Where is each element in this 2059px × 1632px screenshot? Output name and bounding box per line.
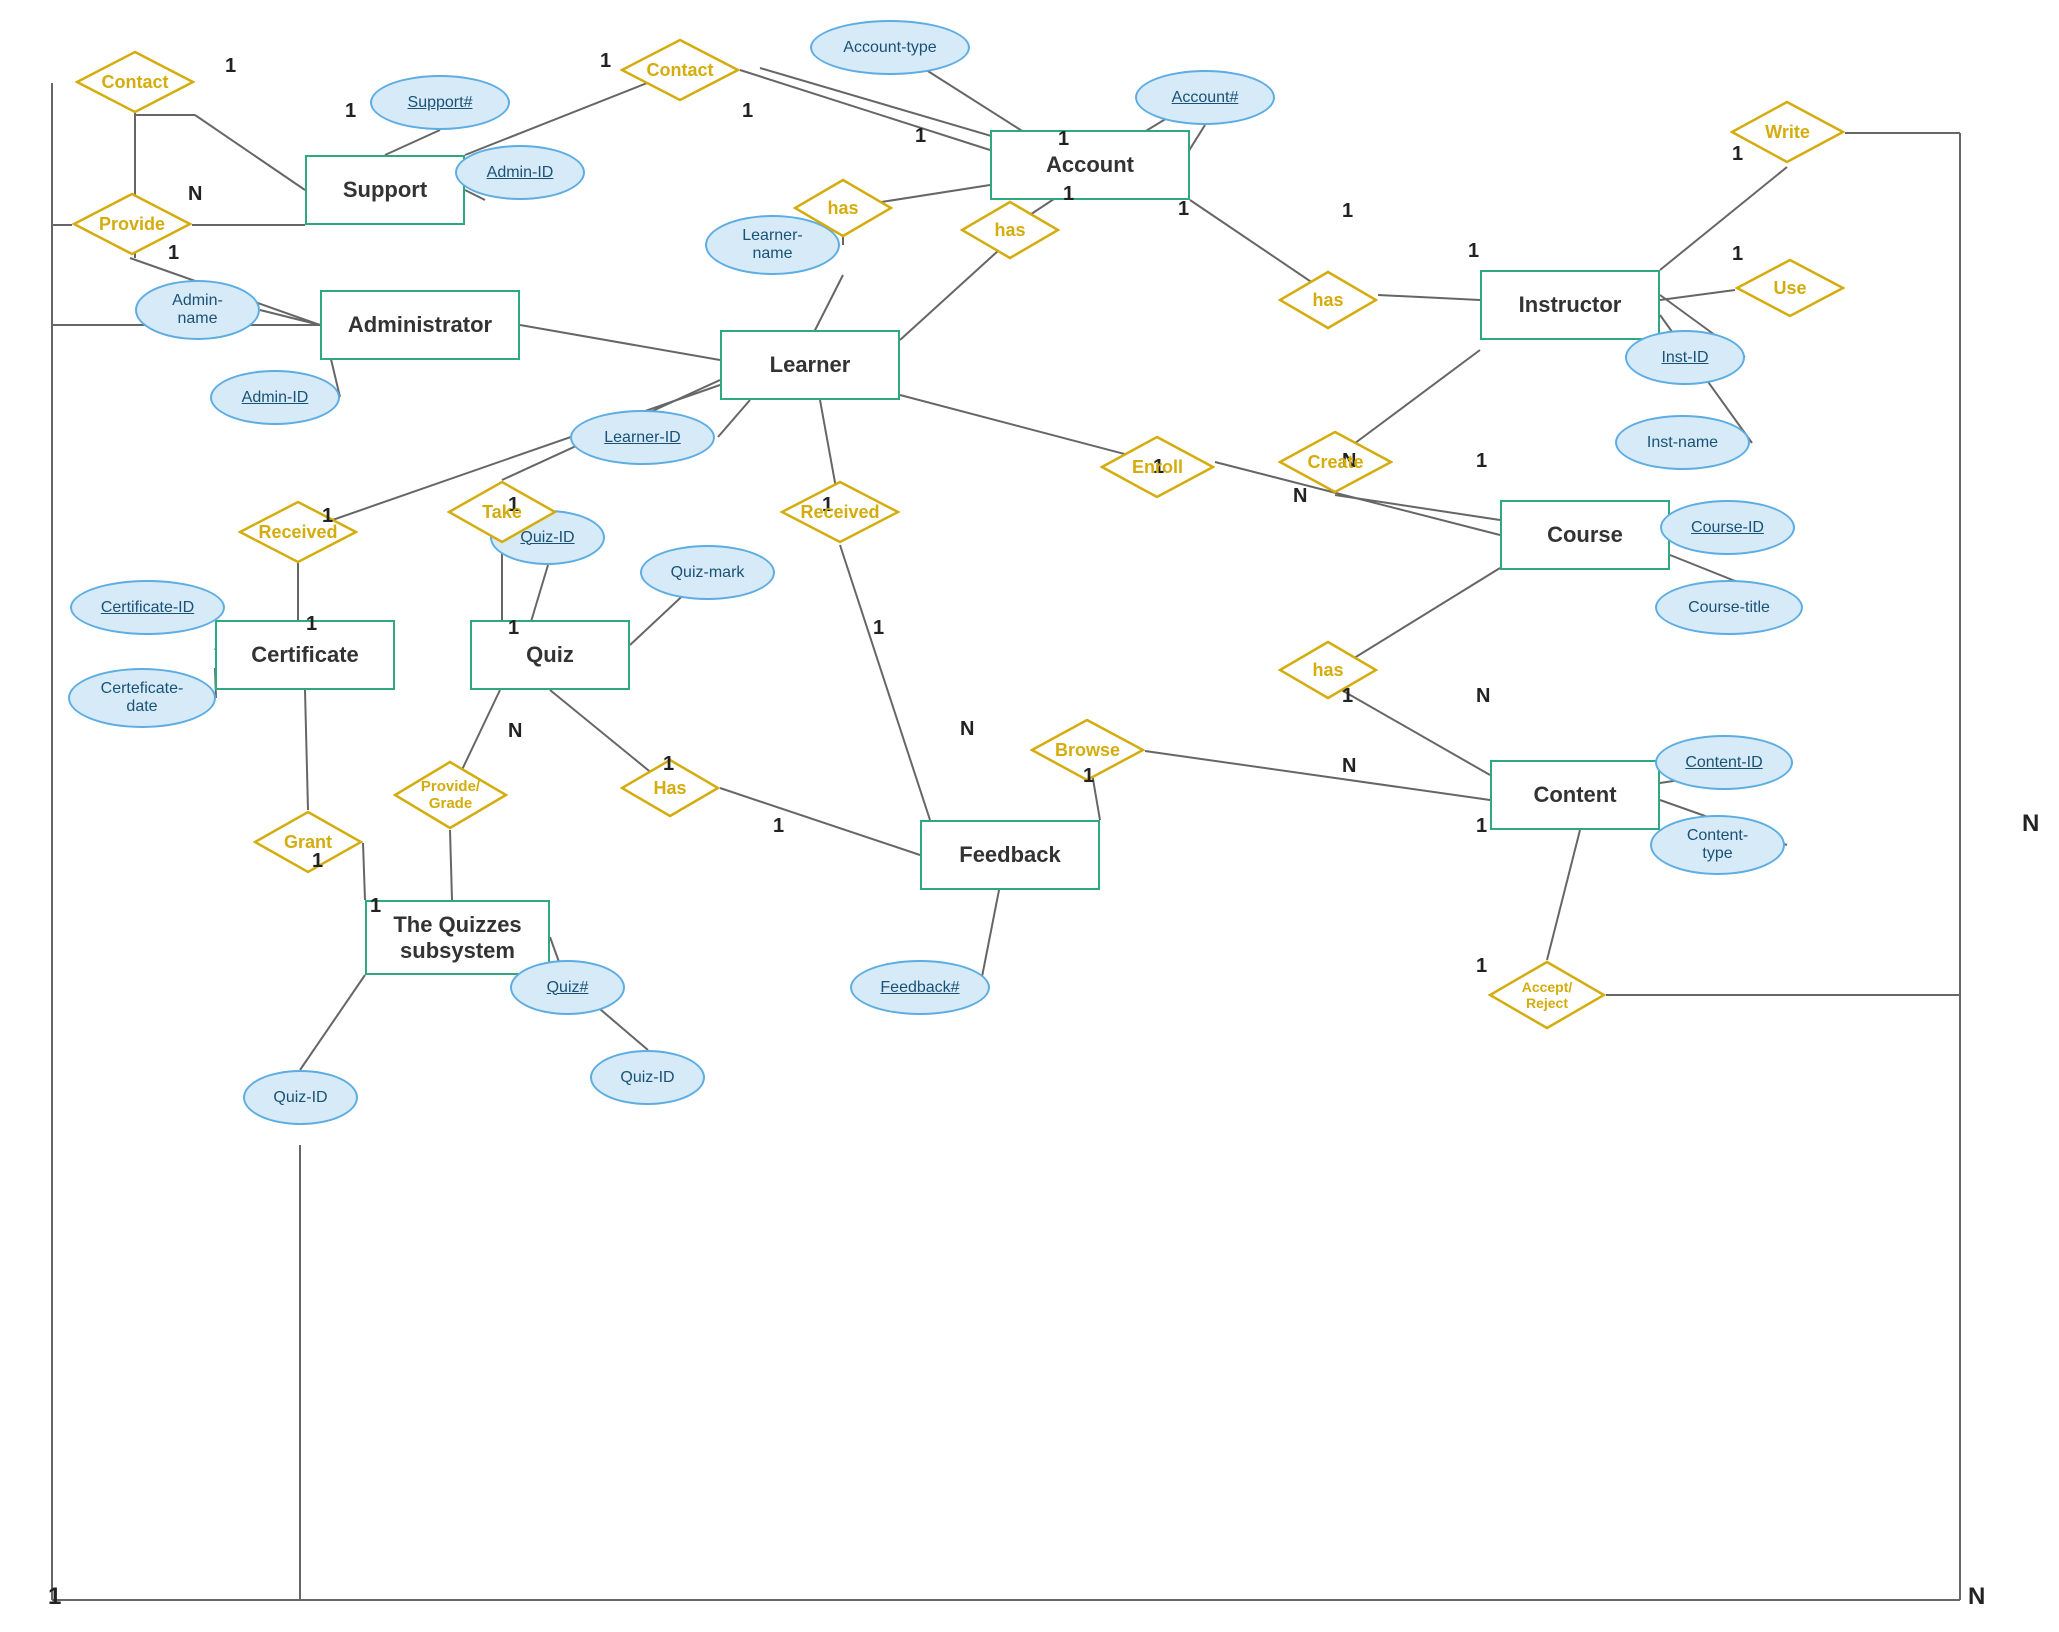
entity-learner: Learner (720, 330, 900, 400)
attr-learner-id: Learner-ID (570, 410, 715, 465)
cardinality-big-n2: N (1968, 1583, 1985, 1611)
attr-account-type: Account-type (810, 20, 970, 75)
cardinality-21: 1 (873, 617, 884, 640)
cardinality-2: 1 (345, 100, 356, 123)
rel-has1: has (793, 178, 893, 238)
attr-inst-name: Inst-name (1615, 415, 1750, 470)
entity-course: Course (1500, 500, 1670, 570)
cardinality-11: 1 (1342, 200, 1353, 223)
cardinality-3: N (188, 183, 202, 206)
attr-admin-name: Admin- name (135, 280, 260, 340)
cardinality-14: 1 (1732, 243, 1743, 266)
attr-content-type: Content- type (1650, 815, 1785, 875)
rel-contact1: Contact (75, 50, 195, 115)
attr-course-title: Course-title (1655, 580, 1803, 635)
entity-content: Content (1490, 760, 1660, 830)
cardinality-1: 1 (225, 55, 236, 78)
attr-quiz-mark: Quiz-mark (640, 545, 775, 600)
cardinality-1-bottom: 1 (48, 1583, 61, 1611)
cardinality-6: 1 (742, 100, 753, 123)
attr-course-id: Course-ID (1660, 500, 1795, 555)
attr-quiz-id2: Quiz-ID (590, 1050, 705, 1105)
attr-feedback-num: Feedback# (850, 960, 990, 1015)
entity-certificate: Certificate (215, 620, 395, 690)
cardinality-27: 1 (663, 753, 674, 776)
rel-grant: Grant (253, 810, 363, 875)
attr-admin-id2: Admin-ID (210, 370, 340, 425)
cardinality-26: 1 (1476, 450, 1487, 473)
rel-received1: Received (238, 500, 358, 565)
cardinality-35: 1 (312, 850, 323, 873)
cardinality-12: 1 (1468, 240, 1479, 263)
rel-take: Take (447, 480, 557, 545)
cardinality-29: 1 (1083, 765, 1094, 788)
attr-content-id: Content-ID (1655, 735, 1793, 790)
cardinality-34: 1 (1476, 955, 1487, 978)
attr-quiz-id3: Quiz-ID (243, 1070, 358, 1125)
cardinality-5: 1 (600, 50, 611, 73)
cardinality-30: 1 (1342, 685, 1353, 708)
cardinality-13: 1 (1732, 143, 1743, 166)
rel-write: Write (1730, 100, 1845, 165)
attr-quiz-num: Quiz# (510, 960, 625, 1015)
cardinality-18: 1 (508, 617, 519, 640)
cardinality-32: N (1342, 755, 1356, 778)
rel-has3: has (1278, 270, 1378, 330)
rel-contact2: Contact (620, 38, 740, 103)
rel-use: Use (1735, 258, 1845, 318)
cardinality-24: N (1293, 485, 1307, 508)
rel-has2: has (960, 200, 1060, 260)
entity-feedback: Feedback (920, 820, 1100, 890)
cardinality-16: 1 (306, 613, 317, 636)
cardinality-33: 1 (1476, 815, 1487, 838)
cardinality-10: 1 (1178, 198, 1189, 221)
rel-enroll: Enroll (1100, 435, 1215, 500)
cardinality-36: 1 (370, 895, 381, 918)
rel-provide-grade: Provide/ Grade (393, 760, 508, 830)
cardinality-28: 1 (773, 815, 784, 838)
entity-instructor: Instructor (1480, 270, 1660, 340)
cardinality-7: 1 (915, 125, 926, 148)
cardinality-19: N (508, 720, 522, 743)
attr-cert-date: Certeficate- date (68, 668, 216, 728)
erd-diagram: Account Support Administrator Learner In… (0, 0, 2059, 1632)
entity-quiz: Quiz (470, 620, 630, 690)
rel-accept-reject: Accept/ Reject (1488, 960, 1606, 1030)
cardinality-8: 1 (1058, 128, 1069, 151)
entity-support: Support (305, 155, 465, 225)
rel-has5: has (1278, 640, 1378, 700)
cardinality-31: N (1476, 685, 1490, 708)
entity-administrator: Administrator (320, 290, 520, 360)
attr-support-num: Support# (370, 75, 510, 130)
cardinality-4: 1 (168, 242, 179, 265)
cardinality-big-n1: N (2022, 810, 2039, 838)
attr-cert-id: Certificate-ID (70, 580, 225, 635)
rel-received2: Received (780, 480, 900, 545)
attr-account-num: Account# (1135, 70, 1275, 125)
attr-inst-id: Inst-ID (1625, 330, 1745, 385)
entity-quizzes-subsystem: The Quizzes subsystem (365, 900, 550, 975)
attr-admin-id: Admin-ID (455, 145, 585, 200)
entity-account: Account (990, 130, 1190, 200)
cardinality-22: N (960, 718, 974, 741)
cardinality-9: 1 (1063, 183, 1074, 206)
